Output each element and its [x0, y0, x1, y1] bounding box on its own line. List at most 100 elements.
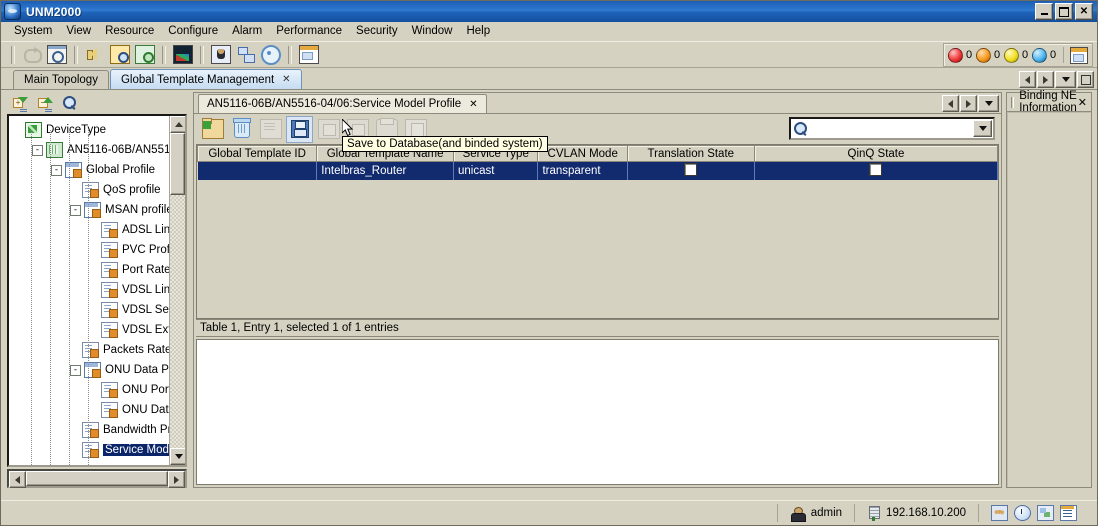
alarm-critical-icon[interactable] — [948, 47, 963, 63]
table-row[interactable]: Intelbras_Router unicast transparent — [197, 161, 999, 180]
minimize-button[interactable] — [1035, 3, 1053, 20]
tree-expander-icon[interactable]: - — [32, 144, 43, 156]
scroll-thumb[interactable] — [26, 471, 168, 486]
tree-node[interactable]: - Global Profile — [13, 160, 170, 180]
maximize-button[interactable] — [1055, 3, 1073, 20]
scroll-up-button[interactable] — [170, 116, 185, 133]
chart-icon — [173, 45, 193, 64]
binding-ne-close-icon[interactable]: ✕ — [1078, 96, 1087, 109]
menu-help[interactable]: Help — [459, 24, 497, 38]
sound-alarm-icon[interactable] — [83, 43, 107, 66]
inner-tab-list-button[interactable] — [978, 95, 1000, 112]
alarm-warning-icon[interactable] — [1032, 47, 1047, 63]
tree-node[interactable]: - ONU Data Port Profile — [13, 360, 170, 380]
user-manage-icon[interactable] — [209, 43, 233, 66]
tab-main-topology[interactable]: Main Topology — [13, 70, 109, 89]
online-users-icon[interactable] — [991, 505, 1008, 521]
alarm-query-icon[interactable] — [108, 43, 132, 66]
tree-node[interactable]: Packets Rate Control Pro — [13, 340, 170, 360]
alarm-major-icon[interactable] — [976, 47, 991, 63]
tab-global-template-management[interactable]: Global Template Management ✕ — [109, 69, 302, 89]
alarm-green-icon[interactable] — [133, 43, 157, 66]
profile-icon — [101, 242, 118, 258]
window-list-icon[interactable] — [297, 43, 321, 66]
tree-node[interactable]: ADSL Line Profile — [13, 220, 170, 240]
detail-area[interactable] — [196, 339, 1000, 485]
search-dropdown-button[interactable] — [973, 120, 993, 137]
inner-tab-close-icon[interactable]: ✕ — [469, 99, 477, 110]
tab-list-button[interactable] — [1055, 71, 1076, 88]
inner-tab-service-model-profile[interactable]: AN5116-06B/AN5516-04/06:Service Model Pr… — [198, 94, 487, 113]
inner-tab-next-button[interactable] — [960, 95, 978, 112]
tree-node[interactable]: PVC Profile — [13, 240, 170, 260]
refresh-sync-icon[interactable] — [20, 43, 44, 66]
tree-node[interactable]: - MSAN profile — [13, 200, 170, 220]
network-status-icon[interactable] — [1037, 505, 1054, 521]
tree-node[interactable]: VDSL Line Basic Profi — [13, 280, 170, 300]
collapse-all-icon[interactable]: − — [38, 96, 53, 110]
menu-configure[interactable]: Configure — [161, 24, 225, 38]
scroll-down-button[interactable] — [170, 448, 185, 465]
search-combobox[interactable] — [789, 117, 996, 140]
tree-expander-icon[interactable]: - — [70, 364, 81, 376]
clock-icon[interactable] — [1014, 505, 1031, 521]
menu-alarm[interactable]: Alarm — [225, 24, 269, 38]
topology-search-icon[interactable] — [45, 43, 69, 66]
close-button[interactable]: ✕ — [1075, 3, 1093, 20]
network-icon[interactable] — [234, 43, 258, 66]
tree-expander-icon[interactable]: - — [70, 204, 81, 216]
tree-vertical-scrollbar[interactable] — [169, 116, 185, 465]
tree-node[interactable]: ONU Data Port Attrib — [13, 400, 170, 420]
tab-close-icon[interactable]: ✕ — [282, 74, 290, 85]
tree-node[interactable]: DeviceType — [13, 120, 170, 140]
tree-node[interactable]: Service Model Profile — [13, 440, 170, 460]
device-tree[interactable]: DeviceType-AN5116-06B/AN5516-04/06-Globa… — [7, 114, 187, 467]
drag-handle[interactable] — [1011, 96, 1015, 108]
column-header-cvlan-mode[interactable]: CVLAN Mode — [537, 145, 628, 162]
menu-performance[interactable]: Performance — [269, 24, 349, 38]
tree-horizontal-scrollbar[interactable] — [7, 469, 187, 488]
performance-icon[interactable] — [171, 43, 195, 66]
scroll-thumb[interactable] — [170, 133, 185, 195]
menu-resource[interactable]: Resource — [98, 24, 161, 38]
column-header-translation-state[interactable]: Translation State — [626, 145, 755, 162]
menu-system[interactable]: System — [7, 24, 59, 38]
profile-table-container[interactable]: Global Template ID Global Template Name … — [196, 144, 1000, 319]
translation-state-checkbox[interactable] — [684, 163, 698, 176]
binding-ne-body[interactable] — [1006, 111, 1092, 488]
tree-node[interactable]: - AN5116-06B/AN5516-04/06 — [13, 140, 170, 160]
column-header-global-template-id[interactable]: Global Template ID — [197, 145, 318, 162]
tree-node[interactable]: VDSL Extra Function — [13, 320, 170, 340]
scroll-track[interactable] — [170, 195, 185, 448]
qinq-state-checkbox[interactable] — [869, 163, 883, 176]
menu-view[interactable]: View — [59, 24, 98, 38]
inner-tab-prev-button[interactable] — [942, 95, 960, 112]
save-to-database-button[interactable] — [286, 115, 313, 143]
tree-node[interactable]: Port Rate Profile — [13, 260, 170, 280]
tab-prev-button[interactable] — [1019, 71, 1036, 88]
log-icon[interactable] — [1060, 505, 1077, 521]
tree-node-label: Global Profile — [86, 164, 156, 176]
tree-node-label: ONU Data Port Attrib — [122, 404, 170, 416]
alarm-minor-icon[interactable] — [1004, 47, 1019, 63]
tab-next-button[interactable] — [1037, 71, 1054, 88]
scroll-left-button[interactable] — [9, 471, 26, 488]
tree-node[interactable]: QoS profile — [13, 180, 170, 200]
new-profile-button[interactable] — [199, 116, 226, 143]
delete-profile-button[interactable] — [228, 116, 255, 143]
tree-node[interactable]: ONU Port Speed Limi — [13, 380, 170, 400]
tree-node[interactable]: Bandwidth Profile — [13, 420, 170, 440]
tab-restore-button[interactable] — [1077, 71, 1094, 88]
column-header-qinq-state[interactable]: QinQ State — [753, 145, 999, 162]
profile-group-icon — [84, 362, 101, 378]
settings-gear-icon[interactable] — [259, 43, 283, 66]
search-input[interactable] — [811, 121, 974, 136]
tree-search-icon[interactable] — [63, 96, 77, 110]
menu-window[interactable]: Window — [405, 24, 460, 38]
expand-all-icon[interactable]: + — [13, 96, 28, 110]
menu-security[interactable]: Security — [349, 24, 405, 38]
scroll-right-button[interactable] — [168, 471, 185, 488]
alarm-panel-icon[interactable] — [1070, 46, 1088, 64]
tree-node[interactable]: VDSL Service Profile — [13, 300, 170, 320]
tree-expander-icon[interactable]: - — [51, 164, 62, 176]
